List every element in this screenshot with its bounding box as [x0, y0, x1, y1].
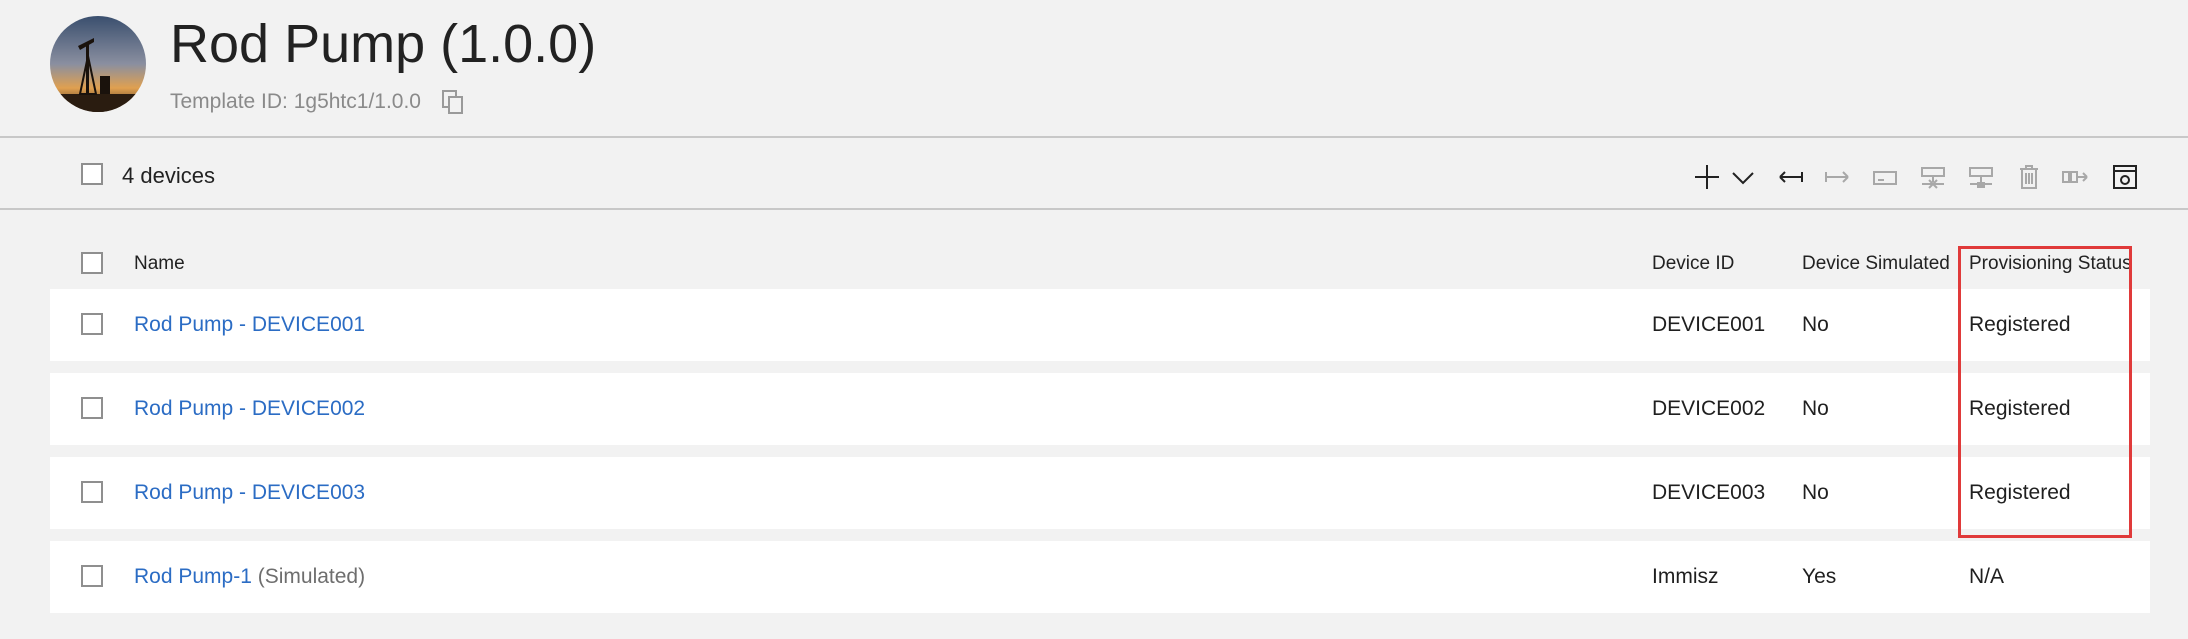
device-name-link[interactable]: Rod Pump - DEVICE003 [134, 479, 365, 507]
device-simulated: No [1802, 481, 1829, 504]
device-name-link[interactable]: Rod Pump - DEVICE001 [134, 311, 365, 339]
device-id: Immisz [1652, 565, 1719, 588]
device-name-cell: Rod Pump-1 (Simulated) [134, 563, 365, 591]
row-checkbox[interactable] [81, 565, 103, 587]
expand-right-icon[interactable] [1820, 160, 1854, 194]
toolbar-divider [0, 208, 2188, 210]
select-all-devices-checkbox[interactable] [81, 163, 103, 185]
column-header-name[interactable]: Name [134, 250, 185, 278]
device-icon[interactable] [1868, 160, 1902, 194]
device-simulated: No [1802, 313, 1829, 336]
row-checkbox[interactable] [81, 313, 103, 335]
migrate-icon[interactable] [2058, 160, 2092, 194]
delete-icon[interactable] [2012, 160, 2046, 194]
device-id: DEVICE002 [1652, 397, 1766, 420]
provisioning-status-highlight [1958, 246, 2132, 538]
copy-icon[interactable] [440, 89, 466, 115]
device-name-link[interactable]: Rod Pump-1 [134, 565, 252, 588]
device-name-link[interactable]: Rod Pump - DEVICE002 [134, 395, 365, 423]
plus-icon[interactable] [1690, 160, 1724, 194]
chevron-down-icon[interactable] [1726, 160, 1760, 194]
header-divider [0, 136, 2188, 138]
template-id: Template ID: 1g5htc1/1.0.0 [170, 90, 421, 113]
devices-count: 4 devices [122, 163, 215, 188]
template-avatar [50, 16, 146, 112]
provisioning-status: N/A [1969, 565, 2005, 588]
page-title: Rod Pump (1.0.0) [170, 14, 597, 74]
row-checkbox[interactable] [81, 397, 103, 419]
select-all-rows-checkbox[interactable] [81, 252, 103, 274]
disconnect-icon[interactable] [1916, 160, 1950, 194]
collapse-left-icon[interactable] [1774, 160, 1808, 194]
simulated-suffix: (Simulated) [257, 565, 366, 588]
device-simulated: Yes [1802, 565, 1837, 588]
connect-icon[interactable] [1964, 160, 1998, 194]
row-checkbox[interactable] [81, 481, 103, 503]
settings-icon[interactable] [2108, 160, 2142, 194]
column-header-device-simulated[interactable]: Device Simulated [1802, 250, 1950, 278]
device-id: DEVICE003 [1652, 481, 1766, 504]
device-simulated: No [1802, 397, 1829, 420]
device-id: DEVICE001 [1652, 313, 1766, 336]
column-header-device-id[interactable]: Device ID [1652, 250, 1734, 278]
